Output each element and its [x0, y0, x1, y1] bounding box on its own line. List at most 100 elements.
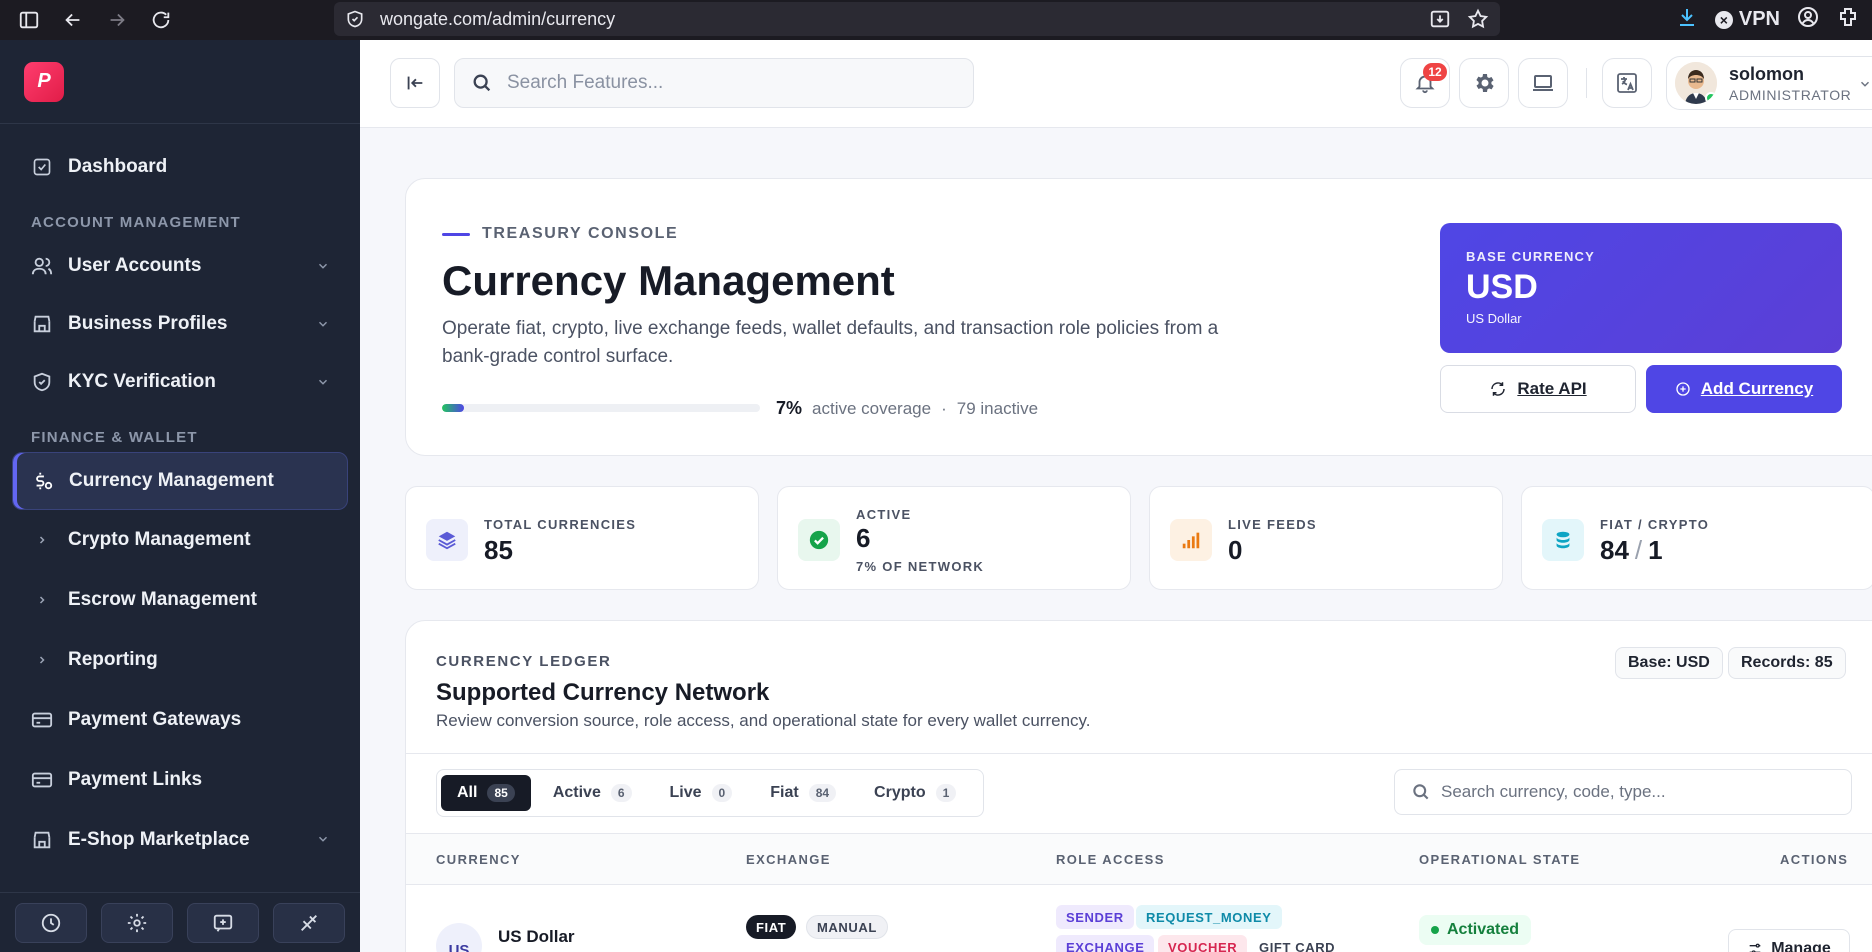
vpn-toggle[interactable]: × VPN — [1714, 8, 1780, 31]
sidebar-item-user-accounts[interactable]: User Accounts — [12, 237, 348, 295]
card-icon — [30, 768, 54, 792]
add-currency-button[interactable]: Add Currency — [1646, 365, 1842, 413]
role-tag-exchange: EXCHANGE — [1056, 935, 1155, 952]
tab-fiat[interactable]: Fiat 84 — [754, 775, 852, 811]
add-note-button[interactable] — [187, 902, 259, 943]
site-security-icon[interactable] — [344, 8, 366, 30]
role-tag-request-money: REQUEST_MONEY — [1136, 905, 1282, 929]
tab-crypto[interactable]: Crypto 1 — [858, 775, 972, 811]
stat-label: FIAT / CRYPTO — [1600, 517, 1710, 532]
forward-icon[interactable] — [102, 5, 132, 35]
stat-value: 0 — [1228, 535, 1243, 565]
feature-search[interactable] — [454, 58, 974, 108]
hero-kicker-text: TREASURY CONSOLE — [482, 225, 679, 242]
base-currency-pill: Base: USD — [1615, 647, 1723, 679]
currency-filter-tabs: All 85 Active 6 Live 0 Fiat 84 Crypto 1 — [436, 769, 984, 817]
extensions-icon[interactable] — [1836, 5, 1860, 34]
sidebar-item-reporting[interactable]: Reporting — [12, 630, 348, 690]
tab-all[interactable]: All 85 — [441, 775, 531, 811]
status-label: Activated — [1447, 921, 1520, 938]
ledger-kicker: CURRENCY LEDGER — [436, 653, 612, 670]
coverage-progress-bar — [442, 404, 760, 412]
user-name: solomon — [1729, 63, 1804, 84]
brand-logo-icon[interactable]: P — [24, 61, 64, 102]
tab-label: Fiat — [770, 784, 799, 801]
top-header: 12 solomon ADMINISTRATOR — [360, 40, 1872, 128]
stat-label: ACTIVE — [856, 507, 912, 522]
reload-icon[interactable] — [146, 5, 176, 35]
gear-icon — [127, 913, 147, 932]
sidebar-section-finance: FINANCE & WALLET — [31, 429, 198, 446]
user-menu[interactable]: solomon ADMINISTRATOR — [1666, 56, 1872, 110]
coverage-separator: · — [941, 398, 947, 418]
history-button[interactable] — [15, 902, 87, 943]
tab-label: Live — [669, 784, 702, 801]
chevron-right-icon — [30, 588, 54, 612]
address-bar[interactable]: wongate.com/admin/currency — [334, 2, 1500, 36]
quick-action-button[interactable] — [273, 902, 345, 943]
sidebar-footer — [0, 892, 360, 952]
sidebar-logo-area: P — [0, 40, 360, 124]
bookmark-star-icon[interactable] — [1466, 7, 1490, 31]
stat-sub-label: 7% OF NETWORK — [856, 559, 985, 574]
ledger-divider — [406, 753, 1872, 754]
stat-icon-wrap — [798, 519, 840, 561]
stat-card-total-currencies: TOTAL CURRENCIES 85 — [405, 486, 759, 590]
currency-icon — [31, 469, 55, 493]
sidebar-item-payment-links[interactable]: Payment Links — [12, 750, 348, 810]
notifications-button[interactable]: 12 — [1400, 58, 1450, 108]
sidebar-item-label: Payment Gateways — [68, 709, 242, 730]
sidebar-item-crypto-management[interactable]: Crypto Management — [12, 510, 348, 570]
currency-search-input[interactable] — [1441, 782, 1841, 802]
plus-circle-icon — [1676, 382, 1690, 396]
sidebar-item-label: Payment Links — [68, 769, 203, 790]
sidebar-item-payment-gateways[interactable]: Payment Gateways — [12, 690, 348, 750]
sidebar-toggle-icon[interactable] — [14, 5, 44, 35]
stat-icon-wrap — [426, 519, 468, 561]
layers-icon — [438, 531, 456, 550]
language-button[interactable] — [1602, 58, 1652, 108]
back-icon[interactable] — [58, 5, 88, 35]
coverage-label: active coverage — [812, 398, 932, 418]
sidebar-item-label: Currency Management — [69, 470, 274, 491]
sidebar-item-business-profiles[interactable]: Business Profiles — [12, 295, 348, 353]
url-text[interactable]: wongate.com/admin/currency — [380, 9, 615, 30]
column-header-role-access: ROLE ACCESS — [1056, 852, 1165, 867]
avatar — [1675, 62, 1717, 104]
install-app-icon[interactable] — [1428, 7, 1452, 31]
table-row[interactable]: US US Dollar FIAT MANUAL SENDER REQUEST_… — [406, 885, 1872, 952]
card-icon — [30, 708, 54, 732]
settings-button[interactable] — [1459, 58, 1509, 108]
collapse-sidebar-button[interactable] — [390, 58, 440, 108]
downloads-icon[interactable] — [1675, 5, 1699, 34]
manage-button[interactable]: Manage — [1728, 929, 1850, 952]
signal-icon — [301, 914, 317, 931]
clock-icon — [41, 913, 61, 932]
currency-code-badge: US — [436, 923, 482, 952]
sidebar-nav: Dashboard ACCOUNT MANAGEMENT User Accoun… — [0, 124, 360, 870]
fiat-count: 84 — [1600, 535, 1629, 565]
sidebar-item-escrow-management[interactable]: Escrow Management — [12, 570, 348, 630]
sidebar-item-currency-management[interactable]: Currency Management — [12, 452, 348, 510]
stat-icon-wrap — [1170, 519, 1212, 561]
search-features-input[interactable] — [507, 72, 947, 94]
settings-button[interactable] — [101, 902, 173, 943]
chevron-down-icon — [318, 321, 328, 327]
sidebar-item-label: Reporting — [68, 649, 158, 670]
notification-count-badge: 12 — [1423, 63, 1447, 81]
vpn-off-icon: × — [1714, 10, 1733, 29]
tab-live[interactable]: Live 0 — [654, 775, 749, 811]
signal-bars-icon — [1182, 532, 1200, 549]
sidebar-item-dashboard[interactable]: Dashboard — [12, 138, 348, 196]
hero-kicker: TREASURY CONSOLE — [442, 225, 678, 243]
sidebar-item-kyc-verification[interactable]: KYC Verification — [12, 353, 348, 411]
rate-api-button[interactable]: Rate API — [1440, 365, 1636, 413]
display-mode-button[interactable] — [1518, 58, 1568, 108]
coins-icon — [1556, 531, 1570, 549]
vpn-label: VPN — [1738, 8, 1780, 30]
tab-active[interactable]: Active 6 — [537, 775, 648, 811]
sidebar-item-eshop-marketplace[interactable]: E-Shop Marketplace — [12, 810, 348, 870]
ledger-search[interactable] — [1394, 769, 1852, 815]
account-icon[interactable] — [1796, 5, 1820, 34]
laptop-icon — [1533, 75, 1553, 91]
